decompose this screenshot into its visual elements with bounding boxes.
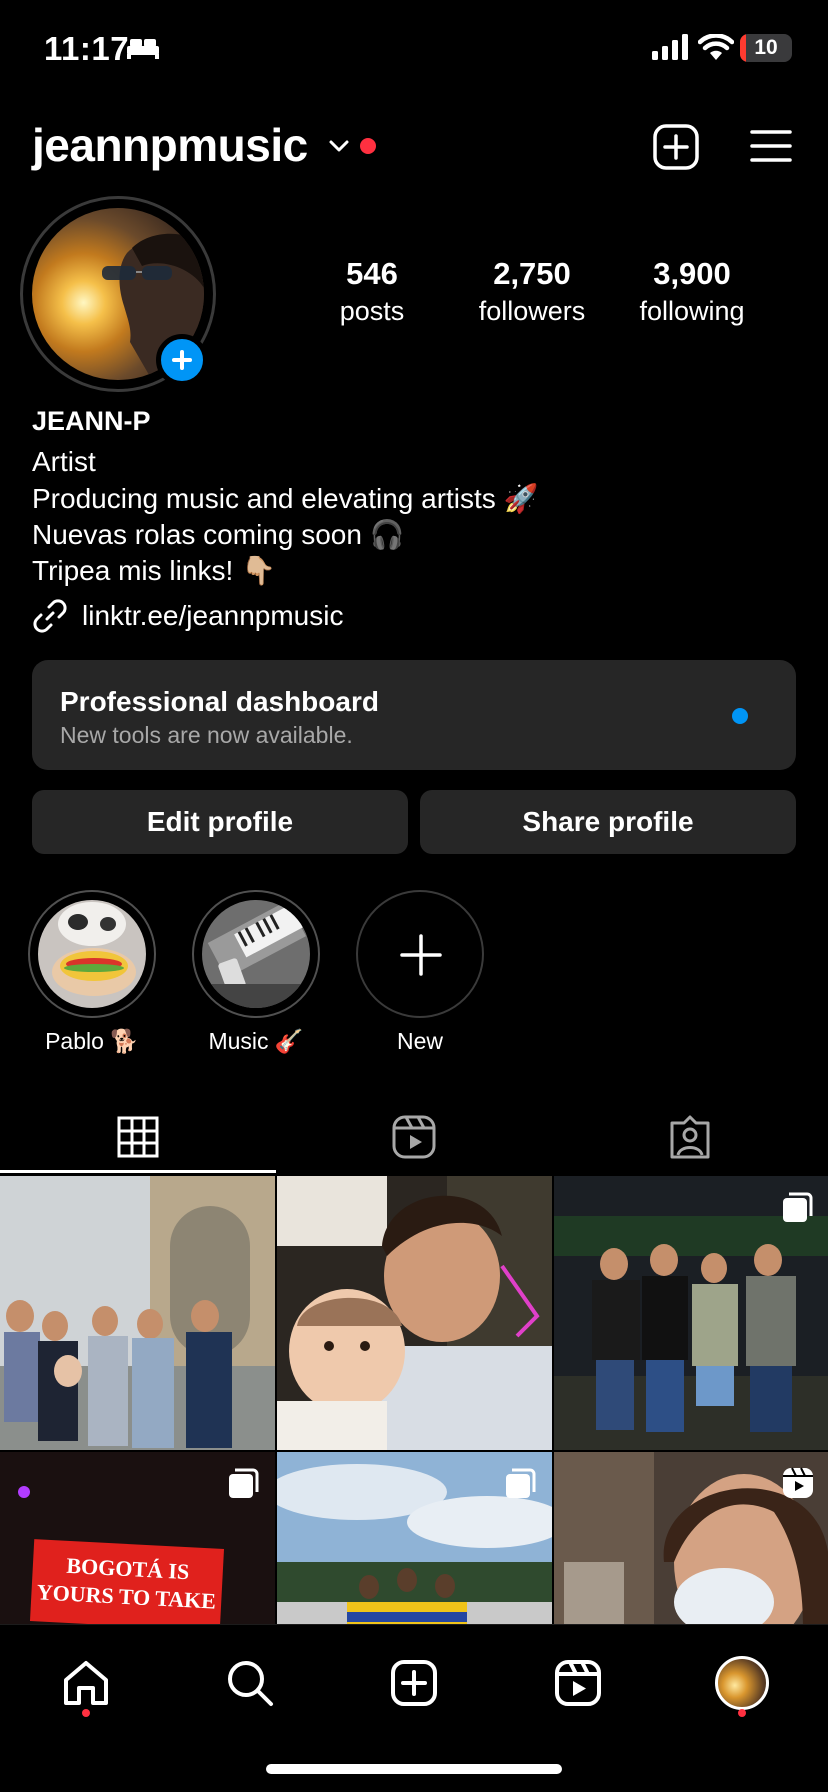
highlight-label: Music 🎸 [208, 1028, 304, 1054]
highlight-pablo[interactable]: Pablo 🐕 [28, 890, 156, 1055]
create-icon [391, 1660, 437, 1706]
edit-profile-button[interactable]: Edit profile [32, 790, 408, 854]
stat-value: 546 [346, 256, 398, 291]
stat-value: 3,900 [653, 256, 731, 291]
multiple-photos-icon [229, 1468, 259, 1498]
category-label: Artist [32, 446, 96, 477]
tab-tagged[interactable] [552, 1100, 828, 1174]
stat-label: posts [339, 296, 405, 326]
nav-create[interactable] [386, 1655, 442, 1711]
bio-line: Nuevas rolas coming soon 🎧 [32, 519, 405, 550]
highlight-ring [356, 890, 484, 1018]
post-thumbnail[interactable] [554, 1452, 828, 1624]
stat-label: followers [478, 296, 586, 326]
account-switcher[interactable]: jeannpmusic [32, 118, 308, 172]
reels-icon [392, 1115, 436, 1159]
wifi-icon [698, 34, 734, 60]
highlight-label: Pablo 🐕 [45, 1028, 139, 1054]
nav-reels[interactable] [550, 1655, 606, 1711]
multiple-photos-icon [783, 1192, 813, 1222]
reel-icon [783, 1467, 813, 1498]
post-thumbnail[interactable] [0, 1176, 275, 1450]
hamburger-menu-icon[interactable] [750, 128, 792, 164]
bio-link[interactable]: linktr.ee/jeannpmusic [32, 598, 343, 634]
display-name: JEANN-P [32, 406, 151, 436]
search-icon [228, 1661, 273, 1706]
post-thumbnail[interactable] [554, 1176, 828, 1450]
following-count[interactable]: 3,900 following [612, 256, 772, 327]
nav-search[interactable] [222, 1655, 278, 1711]
dashboard-subtitle: New tools are now available. [60, 722, 353, 748]
posts-count[interactable]: 546 posts [292, 256, 452, 327]
post-thumbnail[interactable] [277, 1452, 552, 1624]
followers-count[interactable]: 2,750 followers [452, 256, 612, 327]
link-icon [33, 599, 67, 633]
home-icon [64, 1661, 108, 1705]
professional-dashboard[interactable]: Professional dashboard New tools are now… [32, 660, 796, 770]
profile-notification-dot [738, 1709, 746, 1717]
dashboard-title: Professional dashboard [60, 686, 379, 717]
battery-icon: 10 [740, 34, 792, 62]
new-highlight-button[interactable]: New [356, 890, 484, 1055]
reels-icon [555, 1660, 601, 1706]
bio-line: Producing music and elevating artists 🚀 [32, 483, 539, 514]
nav-profile[interactable] [714, 1655, 770, 1711]
highlight-ring [28, 890, 156, 1018]
stat-value: 2,750 [493, 256, 571, 291]
chevron-down-icon[interactable] [328, 138, 350, 154]
nav-home[interactable] [58, 1655, 114, 1711]
post-thumbnail[interactable] [277, 1176, 552, 1450]
share-profile-button[interactable]: Share profile [420, 790, 796, 854]
bio-link-text: linktr.ee/jeannpmusic [82, 600, 344, 631]
bio-line: Tripea mis links! 👇🏼 [32, 555, 276, 586]
highlight-ring [192, 890, 320, 1018]
sleep-bed-icon [127, 39, 159, 59]
highlight-music[interactable]: Music 🎸 [192, 890, 320, 1055]
create-post-icon[interactable] [653, 124, 699, 170]
tagged-icon [670, 1115, 710, 1159]
home-notification-dot [82, 1709, 90, 1717]
highlight-cover [38, 900, 146, 1008]
home-indicator [266, 1764, 562, 1774]
status-bar: 11:17 10 [0, 0, 828, 100]
highlight-cover [202, 900, 310, 1008]
dashboard-unread-dot [732, 708, 748, 724]
multiple-photos-icon [506, 1468, 536, 1498]
plus-icon [400, 934, 442, 976]
posts-grid: BOGOTÁ IS YOURS TO TAKE [0, 1176, 828, 1624]
add-story-button[interactable] [156, 334, 208, 386]
profile-avatar [715, 1656, 769, 1710]
tab-reels[interactable] [276, 1100, 552, 1174]
notification-dot [360, 138, 376, 154]
grid-icon [117, 1116, 159, 1158]
stat-label: following [639, 296, 745, 326]
post-thumbnail[interactable]: BOGOTÁ IS YOURS TO TAKE [0, 1452, 275, 1624]
tab-posts[interactable] [0, 1100, 276, 1174]
profile-tabs [0, 1100, 828, 1174]
status-time: 11:17 [44, 30, 130, 67]
active-tab-indicator [0, 1170, 276, 1173]
highlight-label: New [396, 1028, 443, 1054]
battery-level: 10 [754, 36, 778, 59]
cellular-signal-icon [652, 34, 688, 60]
